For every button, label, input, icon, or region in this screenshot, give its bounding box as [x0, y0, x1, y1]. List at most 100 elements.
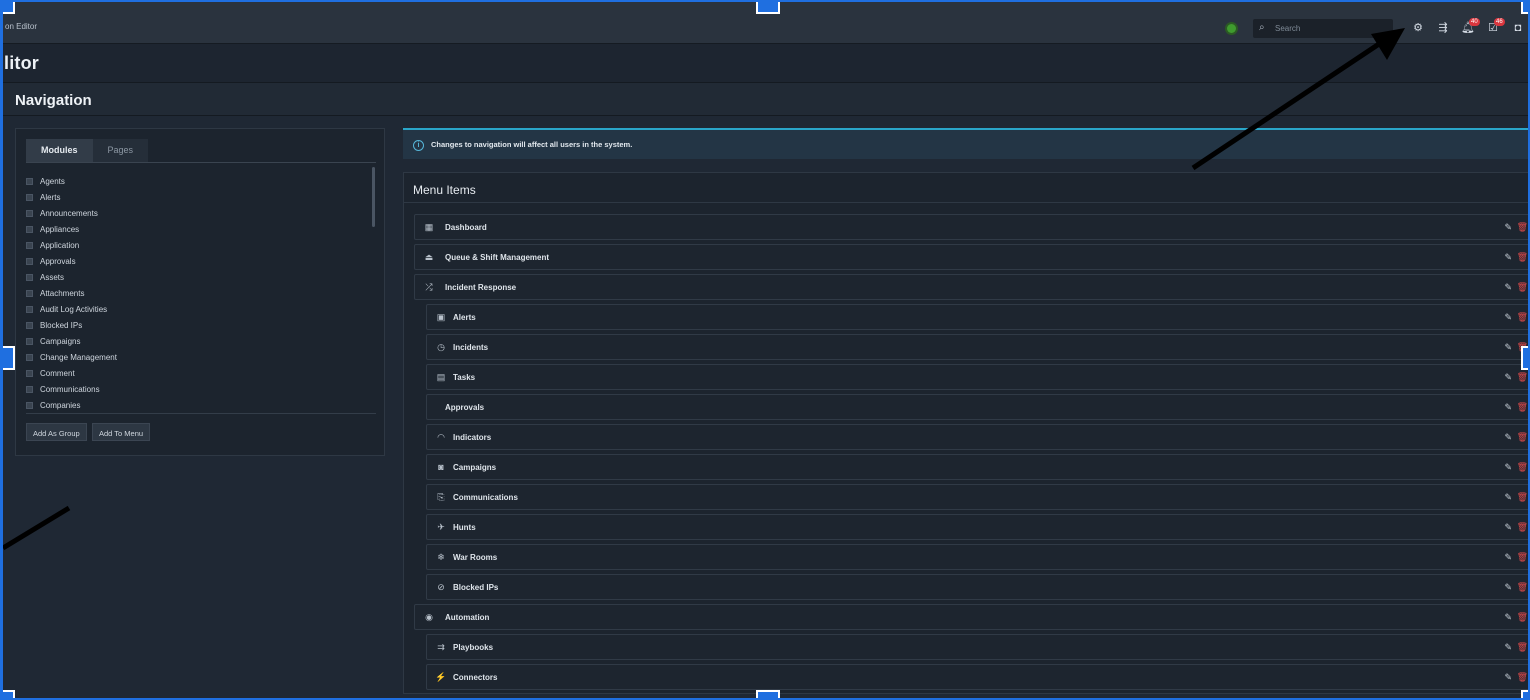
module-checkbox[interactable] — [26, 337, 33, 345]
module-checkbox[interactable] — [26, 289, 33, 297]
list-item[interactable]: Blocked IPs — [26, 317, 374, 333]
edit-icon[interactable]: ✎ — [1504, 582, 1512, 593]
edit-icon[interactable]: ✎ — [1504, 312, 1512, 323]
list-item[interactable]: Companies — [26, 397, 374, 413]
menu-item[interactable]: ▣ Alerts ✎ 🗑︎ — [426, 304, 1528, 330]
trash-icon[interactable]: 🗑︎ — [1517, 612, 1528, 623]
selection-handle[interactable] — [756, 690, 780, 698]
trash-icon[interactable]: 🗑︎ — [1517, 642, 1528, 653]
menu-item[interactable]: ⤮ Incident Response ✎ 🗑︎ — [414, 274, 1528, 300]
list-item[interactable]: Appliances — [26, 221, 374, 237]
tasks-icon[interactable]: ☑ 46 — [1486, 18, 1505, 35]
module-checkbox[interactable] — [26, 241, 33, 249]
list-item[interactable]: Audit Log Activities — [26, 301, 374, 317]
menu-item[interactable]: ◙ Campaigns ✎ 🗑︎ — [426, 454, 1528, 480]
module-checkbox[interactable] — [26, 401, 33, 409]
edit-icon[interactable]: ✎ — [1504, 522, 1512, 533]
menu-item[interactable]: ⊘ Blocked IPs ✎ 🗑︎ — [426, 574, 1528, 600]
list-item[interactable]: Change Management — [26, 349, 374, 365]
trash-icon[interactable]: 🗑︎ — [1517, 222, 1528, 233]
edit-icon[interactable]: ✎ — [1504, 612, 1512, 623]
trash-icon[interactable]: 🗑︎ — [1517, 522, 1528, 533]
tab-modules[interactable]: Modules — [26, 139, 93, 162]
module-checkbox[interactable] — [26, 177, 33, 185]
module-label: Agents — [40, 176, 65, 186]
module-checkbox[interactable] — [26, 209, 33, 217]
edit-icon[interactable]: ✎ — [1504, 432, 1512, 443]
selection-handle[interactable] — [756, 2, 780, 14]
module-list: Agents Alerts Announcements Appliances Appli… — [26, 173, 374, 413]
module-checkbox[interactable] — [26, 321, 33, 329]
workflow-icon[interactable]: ⇶ — [1436, 21, 1450, 35]
edit-icon[interactable]: ✎ — [1504, 552, 1512, 563]
menu-item[interactable]: Approvals ✎ 🗑︎ — [426, 394, 1528, 420]
edit-icon[interactable]: ✎ — [1504, 672, 1512, 683]
module-checkbox[interactable] — [26, 193, 33, 201]
trash-icon[interactable]: 🗑︎ — [1517, 252, 1528, 263]
list-item[interactable]: Campaigns — [26, 333, 374, 349]
menu-item[interactable]: ✈ Hunts ✎ 🗑︎ — [426, 514, 1528, 540]
menu-item[interactable]: ❄ War Rooms ✎ 🗑︎ — [426, 544, 1528, 570]
menu-item[interactable]: ⎘ Communications ✎ 🗑︎ — [426, 484, 1528, 510]
trash-icon[interactable]: 🗑︎ — [1517, 492, 1528, 503]
tab-pages[interactable]: Pages — [92, 139, 149, 162]
menu-item[interactable]: ◉ Automation ✎ 🗑︎ — [414, 604, 1528, 630]
module-checkbox[interactable] — [26, 385, 33, 393]
list-item[interactable]: Agents — [26, 173, 374, 189]
module-checkbox[interactable] — [26, 273, 33, 281]
edit-icon[interactable]: ✎ — [1504, 342, 1512, 353]
menu-item[interactable]: ◠ Indicators ✎ 🗑︎ — [426, 424, 1528, 450]
menu-item[interactable]: ▦ Dashboard ✎ 🗑︎ — [414, 214, 1528, 240]
list-item[interactable]: Announcements — [26, 205, 374, 221]
edit-icon[interactable]: ✎ — [1504, 222, 1512, 233]
selection-handle[interactable] — [1521, 2, 1528, 14]
edit-icon[interactable]: ✎ — [1504, 492, 1512, 503]
trash-icon[interactable]: 🗑︎ — [1517, 282, 1528, 293]
edit-icon[interactable]: ✎ — [1504, 372, 1512, 383]
menu-item[interactable]: ⏏ Queue & Shift Management ✎ 🗑︎ — [414, 244, 1528, 270]
menu-item[interactable]: ⇉ Playbooks ✎ 🗑︎ — [426, 634, 1528, 660]
module-label: Communications — [40, 384, 100, 394]
camera-icon[interactable]: ◘ — [1511, 21, 1525, 35]
list-item[interactable]: Communications — [26, 381, 374, 397]
list-item[interactable]: Approvals — [26, 253, 374, 269]
selection-handle[interactable] — [1521, 346, 1528, 370]
list-item[interactable]: Attachments — [26, 285, 374, 301]
edit-icon[interactable]: ✎ — [1504, 282, 1512, 293]
list-item[interactable]: Assets — [26, 269, 374, 285]
module-checkbox[interactable] — [26, 257, 33, 265]
edit-icon[interactable]: ✎ — [1504, 462, 1512, 473]
trash-icon[interactable]: 🗑︎ — [1517, 402, 1528, 413]
selection-handle[interactable] — [3, 346, 15, 370]
module-label: Approvals — [40, 256, 76, 266]
menu-item[interactable]: ◷Incidents✎🗑︎ — [426, 334, 1528, 360]
edit-icon[interactable]: ✎ — [1504, 402, 1512, 413]
selection-handle[interactable] — [3, 2, 15, 14]
divider — [26, 162, 376, 163]
module-checkbox[interactable] — [26, 305, 33, 313]
trash-icon[interactable]: 🗑︎ — [1517, 552, 1528, 563]
trash-icon[interactable]: 🗑︎ — [1517, 312, 1528, 323]
trash-icon[interactable]: 🗑︎ — [1517, 372, 1528, 383]
module-checkbox[interactable] — [26, 353, 33, 361]
add-to-menu-button[interactable]: Add To Menu — [92, 423, 151, 441]
selection-handle[interactable] — [3, 690, 15, 698]
trash-icon[interactable]: 🗑︎ — [1517, 432, 1528, 443]
trash-icon[interactable]: 🗑︎ — [1517, 672, 1528, 683]
bell-icon[interactable]: 🔔︎ 40 — [1461, 18, 1480, 35]
list-scrollbar[interactable] — [372, 167, 375, 227]
list-item[interactable]: Comment — [26, 365, 374, 381]
list-item[interactable]: Application — [26, 237, 374, 253]
edit-icon[interactable]: ✎ — [1504, 642, 1512, 653]
list-item[interactable]: Alerts — [26, 189, 374, 205]
selection-handle[interactable] — [1521, 690, 1528, 698]
module-checkbox[interactable] — [26, 369, 33, 377]
trash-icon[interactable]: 🗑︎ — [1517, 582, 1528, 593]
edit-icon[interactable]: ✎ — [1504, 252, 1512, 263]
menu-item[interactable]: ▤ Tasks ✎ 🗑︎ — [426, 364, 1528, 390]
gear-icon[interactable]: ⚙ — [1411, 21, 1425, 35]
add-as-group-button[interactable]: Add As Group — [26, 423, 87, 441]
menu-item[interactable]: ⚡ Connectors ✎ 🗑︎ — [426, 664, 1528, 690]
trash-icon[interactable]: 🗑︎ — [1517, 462, 1528, 473]
module-checkbox[interactable] — [26, 225, 33, 233]
